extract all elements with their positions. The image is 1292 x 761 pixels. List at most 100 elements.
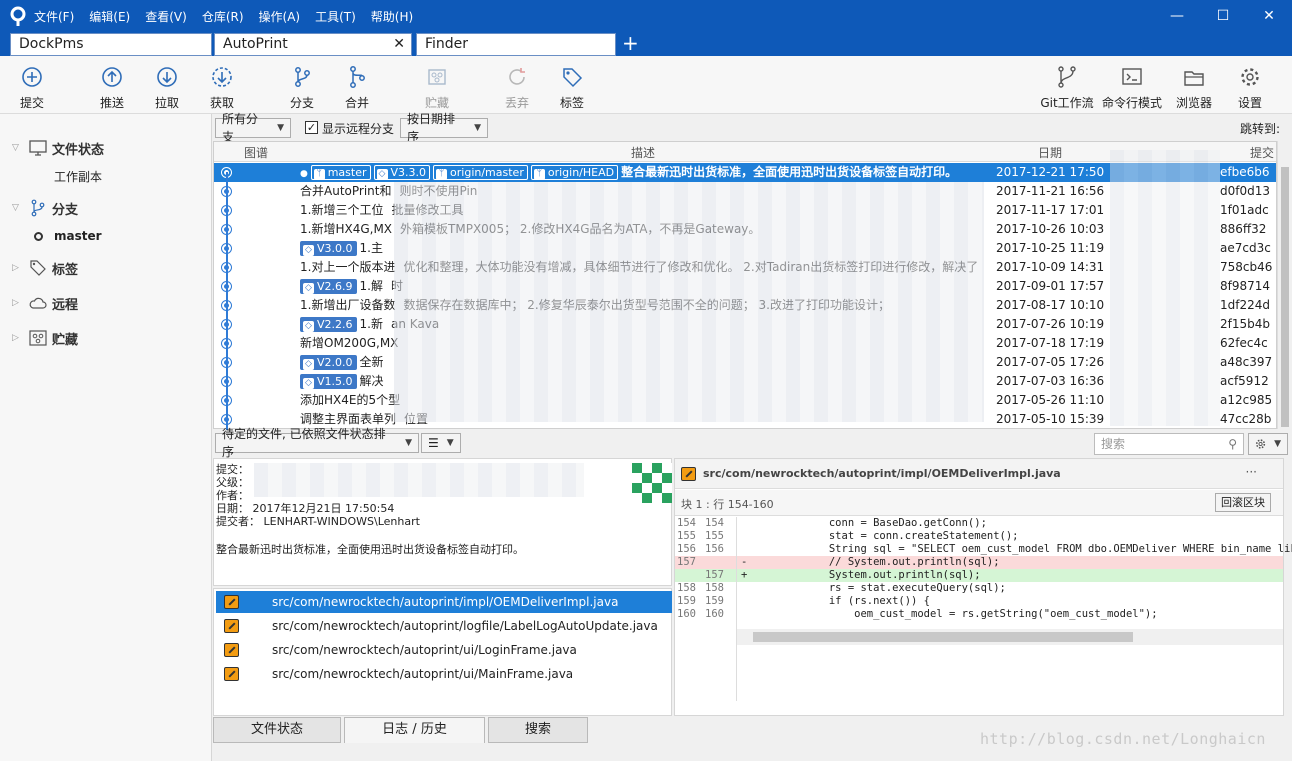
chevron-down-icon[interactable]: ▽ [12, 143, 24, 153]
ref-label[interactable]: ◇ V3.3.0 [373, 165, 431, 180]
explorer-label: 浏览器 [1175, 96, 1212, 110]
diff-horizontal-scrollbar[interactable] [737, 629, 1283, 645]
diff-line[interactable]: 158 158 rs = stat.executeQuery(sql); [675, 582, 1283, 595]
sidebar-item-branches[interactable]: ▽ 分支 [0, 197, 212, 219]
branch-icon: ᛘ [533, 169, 545, 180]
file-row[interactable]: src/com/newrocktech/autoprint/ui/MainFra… [216, 663, 672, 685]
revert-hunk-button[interactable]: 回滚区块 [1215, 493, 1271, 512]
close-window-button[interactable]: ✕ [1246, 0, 1292, 32]
ref-label[interactable]: ◇ V2.2.6 [300, 317, 357, 332]
stash-button[interactable]: 贮藏 [419, 60, 455, 112]
sidebar-item-file-status[interactable]: ▽ 文件状态 [0, 137, 212, 159]
menu-file[interactable]: 文件(F) [34, 8, 74, 25]
committer-value: LENHART-WINDOWS\Lenhart [263, 515, 420, 528]
branch-button[interactable]: 分支 [284, 60, 320, 112]
commit-button[interactable]: 提交 [14, 60, 50, 112]
sidebar-item-tags[interactable]: ▷ 标签 [0, 257, 212, 279]
file-row[interactable]: src/com/newrocktech/autoprint/impl/OEMDe… [216, 591, 672, 613]
sidebar-item-master[interactable]: master [54, 229, 102, 243]
branch-filter-dropdown[interactable]: 所有分支 ▼ [215, 112, 291, 144]
diff-line[interactable]: 159 159 if (rs.next()) { [675, 595, 1283, 608]
ref-label[interactable]: ◇ V2.0.0 [300, 355, 357, 370]
column-header-description[interactable]: 描述 [631, 144, 655, 161]
pull-button[interactable]: 拉取 [149, 60, 185, 112]
file-row[interactable]: src/com/newrocktech/autoprint/ui/LoginFr… [216, 639, 672, 661]
merge-button[interactable]: 合并 [339, 60, 375, 112]
search-input[interactable]: 搜索 ⚲ [1094, 433, 1244, 455]
chevron-down-icon[interactable]: ▽ [12, 203, 24, 213]
explorer-button[interactable]: 浏览器 [1174, 60, 1214, 112]
tab-finder[interactable]: Finder [416, 33, 616, 56]
diff-line[interactable]: 160 160 oem_cust_model = rs.getString("oe… [675, 608, 1283, 621]
commit-table-scrollbar[interactable] [1277, 141, 1292, 429]
maximize-button[interactable]: ☐ [1200, 0, 1246, 32]
tab-autoprint[interactable]: AutoPrint ✕ [214, 33, 412, 56]
file-row[interactable]: src/com/newrocktech/autoprint/logfile/La… [216, 615, 672, 637]
ref-label[interactable]: ◇ V2.6.9 [300, 279, 357, 294]
tab-file-status[interactable]: 文件状态 [213, 717, 341, 743]
menu-actions[interactable]: 操作(A) [259, 8, 301, 25]
scrollbar-thumb[interactable] [753, 632, 1133, 642]
scrollbar-thumb[interactable] [1281, 167, 1289, 427]
pending-sort-dropdown[interactable]: 待定的文件, 已依照文件状态排序 ▼ [215, 427, 419, 459]
diff-line[interactable]: 156 156 String sql = "SELECT oem_cust_mod… [675, 543, 1292, 556]
description-text: 1.主 [359, 241, 383, 255]
ref-label[interactable]: ◇ V1.5.0 [300, 374, 357, 389]
ref-name: V2.2.6 [317, 318, 353, 331]
ref-label[interactable]: ◇ V3.0.0 [300, 241, 357, 256]
column-header-graph[interactable]: 图谱 [244, 144, 268, 161]
sidebar-item-working-copy[interactable]: 工作副本 [54, 168, 102, 185]
discard-button[interactable]: 丢弃 [499, 60, 535, 112]
tab-log-history[interactable]: 日志 / 历史 [344, 717, 485, 743]
commit-date: 2017-08-17 10:10 [996, 298, 1105, 312]
menu-edit[interactable]: 编辑(E) [89, 8, 130, 25]
view-mode-dropdown[interactable]: ☰ ▼ [421, 433, 461, 453]
ref-label[interactable]: ᛘ origin/master [433, 165, 528, 180]
tab-search[interactable]: 搜索 [488, 717, 588, 743]
menu-tools[interactable]: 工具(T) [315, 8, 356, 25]
commit-date: 2017-11-17 17:01 [996, 203, 1105, 217]
sidebar-item-stashes[interactable]: ▷ 贮藏 [0, 327, 212, 349]
push-button[interactable]: 推送 [94, 60, 130, 112]
sidebar-item-remotes[interactable]: ▷ 远程 [0, 292, 212, 314]
menu-help[interactable]: 帮助(H) [371, 8, 413, 25]
menu-repository[interactable]: 仓库(R) [202, 8, 244, 25]
diff-line[interactable]: 154 154 conn = BaseDao.getConn(); [675, 517, 1283, 530]
description-text: 合并AutoPrint和 [300, 184, 392, 198]
fetch-button[interactable]: 获取 [204, 60, 240, 112]
git-flow-button[interactable]: Git工作流 [1038, 60, 1096, 112]
ref-label[interactable]: ᛘ origin/HEAD [530, 165, 619, 180]
diff-line[interactable]: 157 + System.out.println(sql); [675, 569, 1283, 582]
arrow-down-circle-icon [157, 67, 177, 87]
tab-close-icon[interactable]: ✕ [393, 34, 405, 55]
diff-gutter [736, 517, 737, 701]
push-label: 推送 [99, 96, 124, 110]
show-remote-checkbox[interactable]: ✓ [305, 121, 318, 134]
description-text: 全新 [359, 355, 384, 369]
chevron-down-icon: ▼ [474, 123, 481, 133]
file-path: src/com/newrocktech/autoprint/ui/LoginFr… [272, 643, 577, 657]
ref-name: origin/master [450, 166, 524, 179]
diff-line[interactable]: 157 - // System.out.println(sql); [675, 556, 1283, 569]
chevron-right-icon[interactable]: ▷ [12, 298, 24, 308]
sort-dropdown[interactable]: 按日期排序 ▼ [400, 112, 488, 144]
settings-button[interactable]: 设置 [1232, 60, 1268, 112]
terminal-button[interactable]: 命令行模式 [1100, 60, 1164, 112]
add-tab-button[interactable]: + [622, 33, 639, 53]
chevron-right-icon[interactable]: ▷ [12, 333, 24, 343]
ref-label[interactable]: ᛘ master [310, 165, 371, 180]
menu-view[interactable]: 查看(V) [145, 8, 187, 25]
bottom-tabs: 文件状态 日志 / 历史 搜索 [213, 717, 672, 743]
fetch-label: 获取 [209, 96, 234, 110]
column-header-date[interactable]: 日期 [1038, 144, 1062, 161]
options-gear-dropdown[interactable]: ▼ [1248, 433, 1288, 455]
toolbar: 提交 推送 拉取 获取 分支 合并 贮藏 丢弃 标签 Git工作流 命令行模式 [0, 56, 1292, 114]
tab-dockpms[interactable]: DockPms [10, 33, 212, 56]
tag-button[interactable]: 标签 [554, 60, 590, 112]
chevron-right-icon[interactable]: ▷ [12, 263, 24, 273]
commit-date: 2017-10-09 14:31 [996, 260, 1105, 274]
diff-line[interactable]: 155 155 stat = conn.createStatement(); [675, 530, 1283, 543]
minimize-button[interactable]: — [1154, 0, 1200, 32]
column-header-commit[interactable]: 提交 [1250, 144, 1274, 161]
more-options-icon[interactable]: ··· [1246, 465, 1257, 479]
